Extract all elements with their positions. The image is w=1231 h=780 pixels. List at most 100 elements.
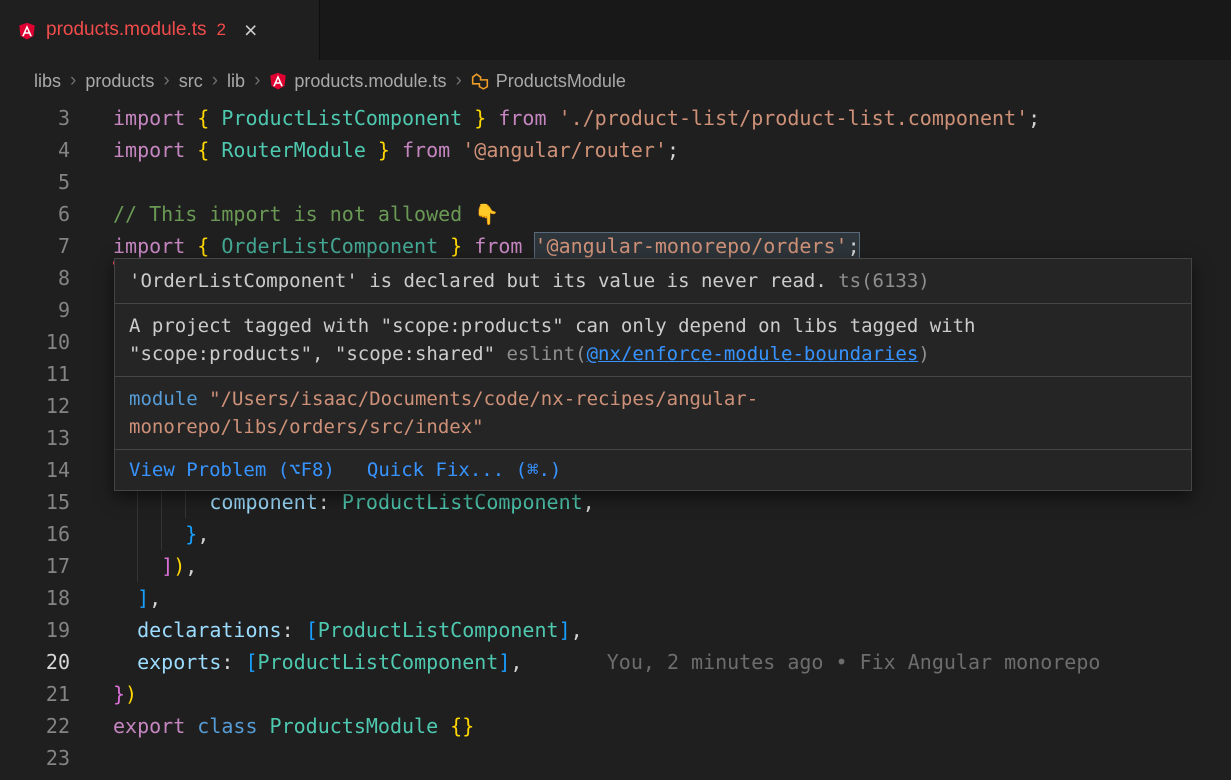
line-number[interactable]: 3: [0, 102, 70, 134]
eslint-message-line1: A project tagged with "scope:products" c…: [129, 312, 1177, 340]
indent-guide: [113, 518, 137, 550]
code-token: from: [474, 234, 534, 258]
code-token: ;: [667, 138, 679, 162]
line-content[interactable]: ],: [113, 582, 161, 614]
eslint-message-line2: "scope:products", "scope:shared" eslint(…: [129, 340, 1177, 368]
line-content[interactable]: import { ProductListComponent } from './…: [113, 102, 1040, 134]
line-number[interactable]: 23: [0, 742, 70, 774]
code-token: ProductListComponent: [221, 106, 462, 130]
line-number[interactable]: 22: [0, 710, 70, 742]
code-token: from: [402, 138, 462, 162]
code-token: ProductListComponent: [258, 650, 499, 674]
module-path-line2: monorepo/libs/orders/src/index": [129, 413, 1177, 441]
code-token: ;: [848, 234, 860, 258]
line-number[interactable]: 11: [0, 358, 70, 390]
code-token: ]: [137, 586, 149, 610]
breadcrumb-item-symbol[interactable]: ProductsModule: [471, 71, 626, 92]
view-problem-button[interactable]: View Problem (⌥F8): [129, 458, 335, 482]
breadcrumb: libs › products › src › lib › products.m…: [0, 60, 1231, 102]
tab-title: products.module.ts: [46, 19, 207, 41]
vscode-window: products.module.ts 2 × libs › products ›…: [0, 0, 1231, 774]
breadcrumb-item-lib[interactable]: lib: [227, 71, 245, 92]
code-token: import: [113, 138, 197, 162]
line-number[interactable]: 12: [0, 390, 70, 422]
line-content[interactable]: ]),: [113, 550, 197, 582]
breadcrumb-item-file[interactable]: products.module.ts: [269, 71, 446, 92]
line-content[interactable]: declarations: [ProductListComponent],: [113, 614, 583, 646]
code-token: {: [197, 106, 221, 130]
code-editor[interactable]: 3 import { ProductListComponent } from '.…: [0, 102, 1231, 774]
eslint-diagnostic: A project tagged with "scope:products" c…: [115, 304, 1191, 377]
line-number[interactable]: 15: [0, 486, 70, 518]
line-number[interactable]: 16: [0, 518, 70, 550]
line-number[interactable]: 17: [0, 550, 70, 582]
chevron-right-icon: ›: [163, 70, 169, 92]
line-number[interactable]: 9: [0, 294, 70, 326]
code-token: }: [113, 682, 125, 706]
code-line-19: 19 declarations: [ProductListComponent],: [0, 614, 1231, 646]
code-token: }: [438, 234, 474, 258]
line-number[interactable]: 21: [0, 678, 70, 710]
eslint-rule-link[interactable]: @nx/enforce-module-boundaries: [587, 343, 919, 365]
line-content[interactable]: },: [113, 518, 209, 550]
line-content[interactable]: exports: [ProductListComponent],You, 2 m…: [113, 646, 1100, 678]
breadcrumb-symbol-label: ProductsModule: [496, 71, 626, 92]
line-number[interactable]: 5: [0, 166, 70, 198]
code-token: '@angular-monorepo/orders': [534, 234, 847, 258]
code-line-18: 18 ],: [0, 582, 1231, 614]
line-number[interactable]: 14: [0, 454, 70, 486]
code-token: ]: [161, 554, 173, 578]
tab-products-module[interactable]: products.module.ts 2 ×: [0, 0, 320, 60]
code-token: declarations: [137, 618, 282, 642]
code-line-23: 23: [0, 742, 1231, 774]
code-token: ,: [583, 490, 595, 514]
code-token: export: [113, 714, 197, 738]
tab-bar: products.module.ts 2 ×: [0, 0, 1231, 60]
line-number[interactable]: 20: [0, 646, 70, 678]
breadcrumb-file-label: products.module.ts: [294, 71, 446, 92]
tab-bar-empty-space: [320, 0, 1231, 60]
close-icon[interactable]: ×: [244, 19, 257, 42]
indent-guide: [161, 518, 185, 550]
line-number[interactable]: 19: [0, 614, 70, 646]
code-token: ): [173, 554, 185, 578]
code-token: ,: [571, 618, 583, 642]
chevron-right-icon: ›: [212, 70, 218, 92]
breadcrumb-item-libs[interactable]: libs: [34, 71, 61, 92]
angular-icon: [269, 72, 287, 90]
ts-diagnostic: 'OrderListComponent' is declared but its…: [115, 259, 1191, 304]
line-number[interactable]: 6: [0, 198, 70, 230]
line-content[interactable]: }): [113, 678, 137, 710]
line-number[interactable]: 8: [0, 262, 70, 294]
code-token: exports: [137, 650, 221, 674]
code-token: ]: [559, 618, 571, 642]
code-token: }: [185, 522, 197, 546]
code-line-17: 17 ]),: [0, 550, 1231, 582]
line-content[interactable]: // This import is not allowed 👇: [113, 198, 499, 230]
code-token: ProductListComponent: [318, 618, 559, 642]
line-number[interactable]: 4: [0, 134, 70, 166]
line-content[interactable]: import { RouterModule } from '@angular/r…: [113, 134, 679, 166]
code-token: ]: [498, 650, 510, 674]
line-number[interactable]: 13: [0, 422, 70, 454]
breadcrumb-item-src[interactable]: src: [179, 71, 203, 92]
module-keyword: module: [129, 388, 198, 410]
code-token: :: [318, 490, 342, 514]
line-number[interactable]: 7: [0, 230, 70, 262]
line-number[interactable]: 10: [0, 326, 70, 358]
hover-actions: View Problem (⌥F8) Quick Fix... (⌘.): [115, 450, 1191, 490]
chevron-right-icon: ›: [254, 70, 260, 92]
indent-guide: [113, 550, 137, 582]
module-path-line1: module "/Users/isaac/Documents/code/nx-r…: [129, 385, 1177, 413]
ts-diagnostic-code: ts(6133): [827, 270, 930, 292]
line-number[interactable]: 18: [0, 582, 70, 614]
code-token: ProductListComponent: [342, 490, 583, 514]
line-content[interactable]: export class ProductsModule {}: [113, 710, 474, 742]
indent-guide: [137, 518, 161, 550]
code-token: import: [113, 234, 197, 258]
code-token: component: [209, 490, 317, 514]
breadcrumb-item-products[interactable]: products: [85, 71, 154, 92]
indent-guide: [113, 646, 137, 678]
quick-fix-button[interactable]: Quick Fix... (⌘.): [367, 458, 561, 482]
code-token: }: [366, 138, 402, 162]
